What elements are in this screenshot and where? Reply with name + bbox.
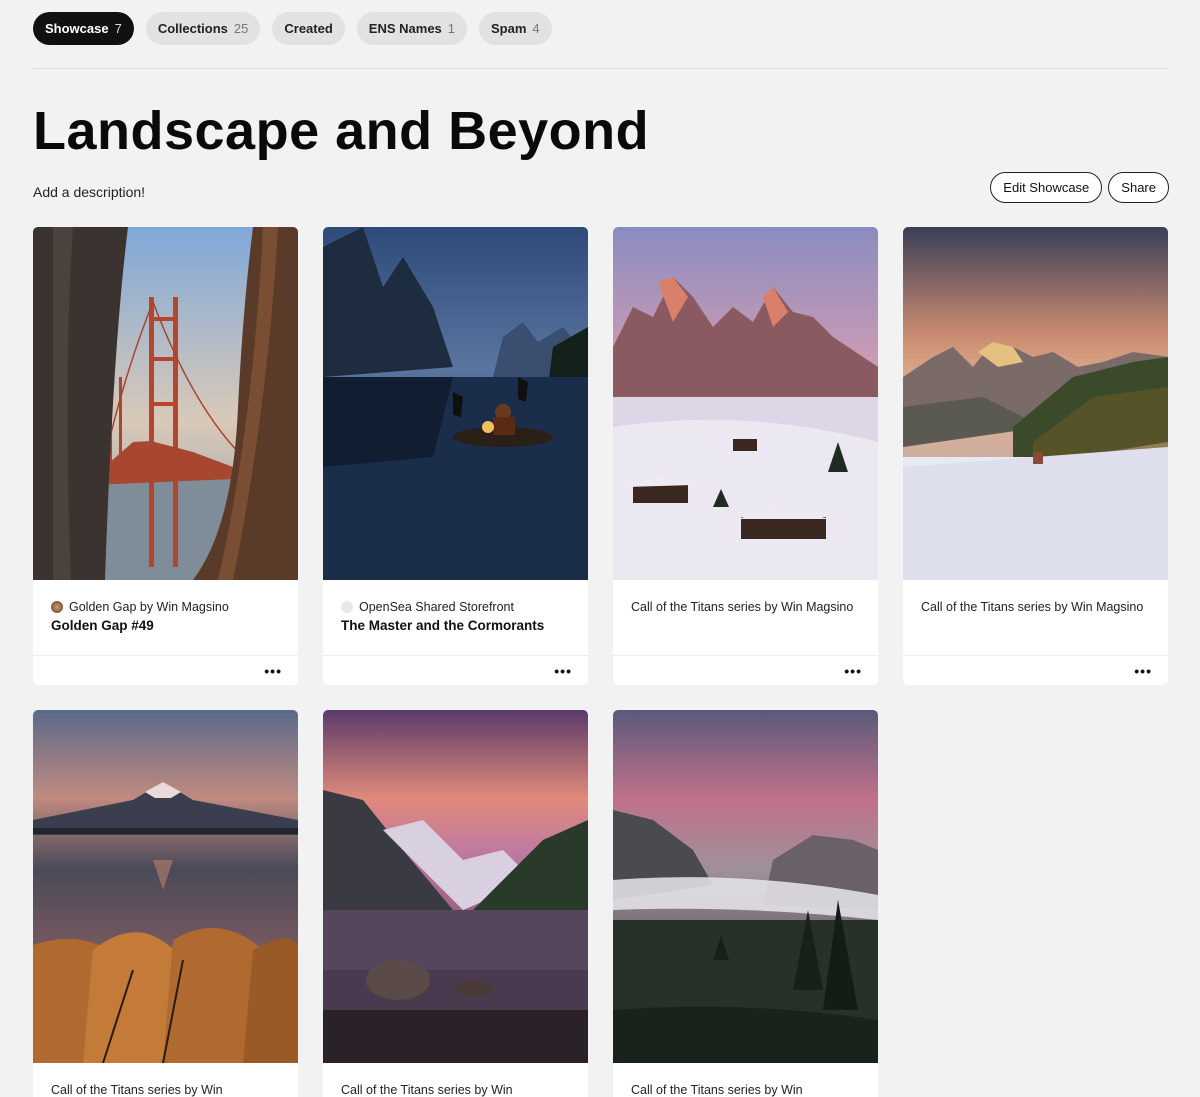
tab-bar: Showcase 7 Collections 25 Created ENS Na… <box>33 12 552 45</box>
card-meta: Golden Gap by Win Magsino Golden Gap #49 <box>33 580 298 655</box>
collection-name[interactable]: Call of the Titans series by Win Magsino <box>921 598 1150 616</box>
card-meta: Call of the Titans series by Win <box>33 1063 298 1097</box>
edit-showcase-button[interactable]: Edit Showcase <box>990 172 1103 203</box>
card-footer: ••• <box>613 655 878 685</box>
tab-collections[interactable]: Collections 25 <box>145 12 261 45</box>
nft-card[interactable]: Golden Gap by Win Magsino Golden Gap #49… <box>33 227 298 685</box>
showcase-actions: Edit Showcase Share <box>990 172 1169 203</box>
more-options-icon[interactable]: ••• <box>264 664 282 678</box>
nft-image[interactable] <box>323 227 588 580</box>
nft-card[interactable]: Call of the Titans series by Win Magsino… <box>613 227 878 685</box>
nft-image[interactable] <box>33 710 298 1063</box>
page-title: Landscape and Beyond <box>33 101 650 161</box>
tab-count: 25 <box>233 21 249 36</box>
collection-name[interactable]: Call of the Titans series by Win Magsino <box>631 598 860 616</box>
more-options-icon[interactable]: ••• <box>844 664 862 678</box>
tab-label: Spam <box>491 21 527 36</box>
tab-label: Showcase <box>45 21 109 36</box>
more-options-icon[interactable]: ••• <box>1134 664 1152 678</box>
tab-count: 7 <box>114 21 122 36</box>
tab-label: Created <box>284 21 333 36</box>
tab-label: ENS Names <box>368 21 442 36</box>
card-meta: Call of the Titans series by Win Magsino <box>903 580 1168 655</box>
tab-ens-names[interactable]: ENS Names 1 <box>356 12 468 45</box>
tab-count: 1 <box>447 21 456 36</box>
nft-name[interactable]: Golden Gap #49 <box>51 618 280 633</box>
collection-name[interactable]: Call of the Titans series by Win <box>631 1081 860 1097</box>
tab-count: 4 <box>532 21 540 36</box>
collection-name[interactable]: Golden Gap by Win Magsino <box>51 598 280 616</box>
collection-label: Call of the Titans series by Win <box>341 1083 513 1097</box>
collection-label: Call of the Titans series by Win <box>631 1083 803 1097</box>
collection-avatar-icon <box>51 601 63 613</box>
card-footer: ••• <box>323 655 588 685</box>
tab-spam[interactable]: Spam 4 <box>479 12 552 45</box>
card-meta: OpenSea Shared Storefront The Master and… <box>323 580 588 655</box>
divider <box>33 68 1169 69</box>
tab-showcase[interactable]: Showcase 7 <box>33 12 134 45</box>
nft-card[interactable]: Call of the Titans series by Win <box>323 710 588 1097</box>
tab-created[interactable]: Created <box>272 12 345 45</box>
collection-label: OpenSea Shared Storefront <box>359 600 514 614</box>
showcase-description[interactable]: Add a description! <box>33 184 145 200</box>
share-button[interactable]: Share <box>1108 172 1169 203</box>
more-options-icon[interactable]: ••• <box>554 664 572 678</box>
collection-name[interactable]: Call of the Titans series by Win <box>341 1081 570 1097</box>
nft-name[interactable]: The Master and the Cormorants <box>341 618 570 633</box>
tab-label: Collections <box>157 21 228 36</box>
card-footer: ••• <box>33 655 298 685</box>
nft-card[interactable]: OpenSea Shared Storefront The Master and… <box>323 227 588 685</box>
collection-label: Call of the Titans series by Win Magsino <box>631 600 854 614</box>
card-meta: Call of the Titans series by Win <box>613 1063 878 1097</box>
nft-image[interactable] <box>33 227 298 580</box>
collection-name[interactable]: OpenSea Shared Storefront <box>341 598 570 616</box>
card-meta: Call of the Titans series by Win Magsino <box>613 580 878 655</box>
card-meta: Call of the Titans series by Win <box>323 1063 588 1097</box>
opensea-icon <box>341 601 353 613</box>
nft-image[interactable] <box>903 227 1168 580</box>
card-footer: ••• <box>903 655 1168 685</box>
nft-image[interactable] <box>323 710 588 1063</box>
collection-name[interactable]: Call of the Titans series by Win <box>51 1081 280 1097</box>
nft-card[interactable]: Call of the Titans series by Win <box>613 710 878 1097</box>
collection-label: Golden Gap by Win Magsino <box>69 600 229 614</box>
collection-label: Call of the Titans series by Win Magsino <box>921 600 1144 614</box>
nft-image[interactable] <box>613 710 878 1063</box>
collection-label: Call of the Titans series by Win <box>51 1083 223 1097</box>
nft-image[interactable] <box>613 227 878 580</box>
nft-card[interactable]: Call of the Titans series by Win <box>33 710 298 1097</box>
nft-card[interactable]: Call of the Titans series by Win Magsino… <box>903 227 1168 685</box>
